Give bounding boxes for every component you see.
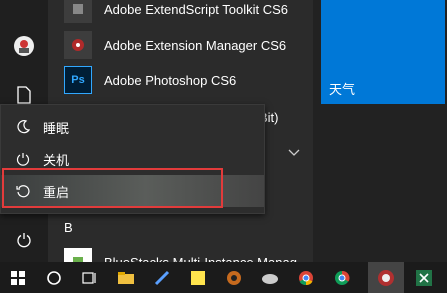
app-label: Adobe ExtendScript Toolkit CS6 [104,1,289,17]
app-label: Adobe Extension Manager CS6 [104,37,287,53]
extension-manager-icon [64,31,92,59]
windows-start-icon[interactable] [0,262,36,293]
tiles-area: 天气 [313,0,447,262]
taskbar [0,262,447,293]
moon-icon [13,120,33,134]
extendscript-icon [64,0,92,23]
cloud-app-icon[interactable] [252,262,288,293]
game-app-icon[interactable] [216,262,252,293]
pencil-app-icon[interactable] [144,262,180,293]
sleep-menu-item[interactable]: 睡眠 [1,111,264,143]
chrome-icon[interactable] [324,262,360,293]
user-avatar[interactable] [12,34,36,58]
weather-label: 天气 [329,82,356,97]
search-circle-icon[interactable] [36,262,72,293]
excel-icon[interactable] [406,262,442,293]
app-label: Adobe Photoshop CS6 [104,72,237,88]
chrome-icon[interactable] [288,262,324,293]
task-view-icon[interactable] [72,262,108,293]
weather-tile[interactable]: 天气 [321,0,445,104]
shutdown-label: 关机 [43,152,70,168]
chevron-down-icon[interactable] [288,144,300,162]
app-item[interactable]: Ps Adobe Photoshop CS6 [64,64,236,96]
app-item[interactable]: Adobe ExtendScript Toolkit CS6 [64,0,288,25]
sleep-label: 睡眠 [43,120,70,136]
sticky-notes-icon[interactable] [180,262,216,293]
photoshop-icon: Ps [64,66,92,94]
section-letter[interactable]: B [64,220,73,235]
power-icon [13,152,33,166]
power-icon[interactable] [12,228,36,252]
file-explorer-icon[interactable] [108,262,144,293]
app-item[interactable]: Adobe Extension Manager CS6 [64,29,286,61]
red-app-icon[interactable] [368,262,404,293]
restart-highlight-box [2,168,223,208]
